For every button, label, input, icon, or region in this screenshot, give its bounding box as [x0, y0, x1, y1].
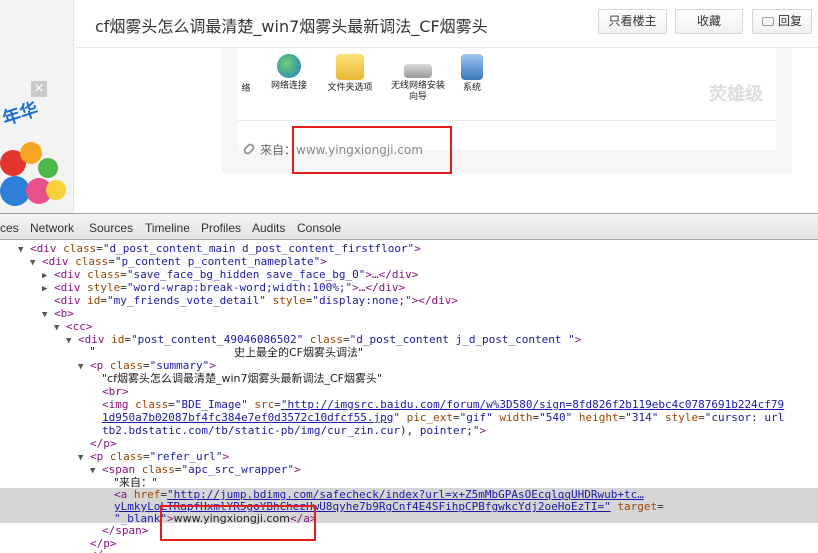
- tab-console[interactable]: Console: [297, 221, 341, 235]
- divider: [238, 120, 776, 121]
- tab-audits[interactable]: Audits: [252, 221, 285, 235]
- dom-node[interactable]: ▶ <div style="word-wrap:break-word;width…: [42, 281, 405, 294]
- dom-node[interactable]: ▼ <div id="post_content_49046086502" cla…: [66, 333, 581, 346]
- desktop-item-network: 网络连接: [266, 54, 312, 92]
- devtools-panel: ces Network Sources Timeline Profiles Au…: [0, 213, 818, 553]
- dom-node[interactable]: ▼ <cc>: [54, 320, 93, 333]
- dom-node[interactable]: <img class="BDE_Image" src="http://imgsr…: [102, 398, 784, 411]
- devtools-tab-bar: ces Network Sources Timeline Profiles Au…: [0, 214, 818, 240]
- globe-icon: [277, 54, 301, 78]
- dom-node[interactable]: ▼ <div class="d_post_content_main d_post…: [18, 242, 421, 255]
- dom-text-node[interactable]: ": [90, 345, 95, 358]
- source-label: 来自：: [260, 143, 297, 157]
- balloon-yellow-icon: [46, 180, 66, 200]
- desktop-item-label: 系统: [462, 83, 481, 93]
- reply-bubble-icon: [761, 17, 774, 26]
- folder-icon: [336, 54, 364, 80]
- tab-sources[interactable]: Sources: [89, 221, 133, 235]
- dom-node-continued[interactable]: 1d950a7b02087bf4fc384e7ef0d3572c10dfcf55…: [102, 411, 784, 424]
- ad-text: 年华: [0, 98, 41, 130]
- favorite-button[interactable]: 收藏: [675, 9, 743, 34]
- reply-button[interactable]: 回复: [752, 9, 812, 34]
- dom-node-continued[interactable]: tb2.bdstatic.com/tb/static-pb/img/cur_zi…: [102, 424, 486, 437]
- tab-profiles[interactable]: Profiles: [201, 221, 241, 235]
- desktop-item-wireless: 无线网络安装向导: [388, 54, 448, 103]
- only-louzhu-button[interactable]: 只看楼主: [598, 9, 667, 34]
- dom-node[interactable]: <div id="my_friends_vote_detail" style="…: [54, 294, 458, 307]
- dom-node[interactable]: </span>: [102, 524, 148, 537]
- reply-label: 回复: [777, 14, 802, 28]
- dom-node[interactable]: </: [90, 548, 103, 553]
- highlight-box-source: [292, 126, 452, 174]
- desktop-item-partial: 络: [241, 84, 251, 94]
- desktop-item-label: 网络连接: [270, 81, 307, 91]
- page-viewport: × 年华 cf烟雾头怎么调最清楚_win7烟雾头最新调法_CF烟雾头 只看楼主 …: [0, 0, 818, 213]
- ad-close-icon[interactable]: ×: [31, 81, 47, 97]
- dom-node[interactable]: ▼ <b>: [42, 307, 74, 320]
- highlight-box-link-text: [160, 505, 316, 541]
- dom-node[interactable]: ▼ <p class="summary">: [78, 359, 216, 372]
- desktop-item-label: 无线网络安装向导: [390, 81, 445, 102]
- post-image[interactable]: 络 网络连接 文件夹选项 无线网络安装向导 系统 荧雄级: [238, 52, 776, 107]
- side-advertisement[interactable]: × 年华: [0, 0, 74, 213]
- desktop-item-folder-options: 文件夹选项: [322, 54, 378, 94]
- tab-timeline[interactable]: Timeline: [145, 221, 190, 235]
- dom-node[interactable]: ▼ <div class="p_content p_content_namepl…: [30, 255, 327, 268]
- computer-icon: [461, 54, 483, 80]
- dom-node[interactable]: <br>: [102, 385, 129, 398]
- router-icon: [404, 64, 432, 78]
- link-icon: [241, 141, 257, 157]
- dom-text-node[interactable]: 史上最全的CF烟雾头调法": [234, 346, 363, 359]
- thread-header: cf烟雾头怎么调最清楚_win7烟雾头最新调法_CF烟雾头 只看楼主 收藏 回复: [75, 0, 818, 48]
- tab-resources[interactable]: ces: [0, 221, 19, 235]
- dom-text-node[interactable]: "cf烟雾头怎么调最清楚_win7烟雾头最新调法_CF烟雾头": [102, 372, 382, 385]
- selected-row-container: <a href="http://jump.bdimg.com/safecheck…: [0, 488, 818, 525]
- watermark: 荧雄级: [709, 84, 763, 105]
- dom-node[interactable]: </p>: [90, 437, 117, 450]
- thread-title: cf烟雾头怎么调最清楚_win7烟雾头最新调法_CF烟雾头: [95, 17, 488, 36]
- desktop-item-system: 系统: [456, 54, 488, 94]
- desktop-item-label: 文件夹选项: [327, 83, 373, 93]
- balloon-green-icon: [38, 158, 58, 178]
- dom-node[interactable]: ▶ <div class="save_face_bg_hidden save_f…: [42, 268, 418, 281]
- dom-node[interactable]: ▼ <p class="refer_url">: [78, 450, 229, 463]
- balloon-orange-icon: [20, 142, 42, 164]
- tab-network[interactable]: Network: [30, 221, 74, 235]
- dom-node[interactable]: ▼ <span class="apc_src_wrapper">: [90, 463, 301, 476]
